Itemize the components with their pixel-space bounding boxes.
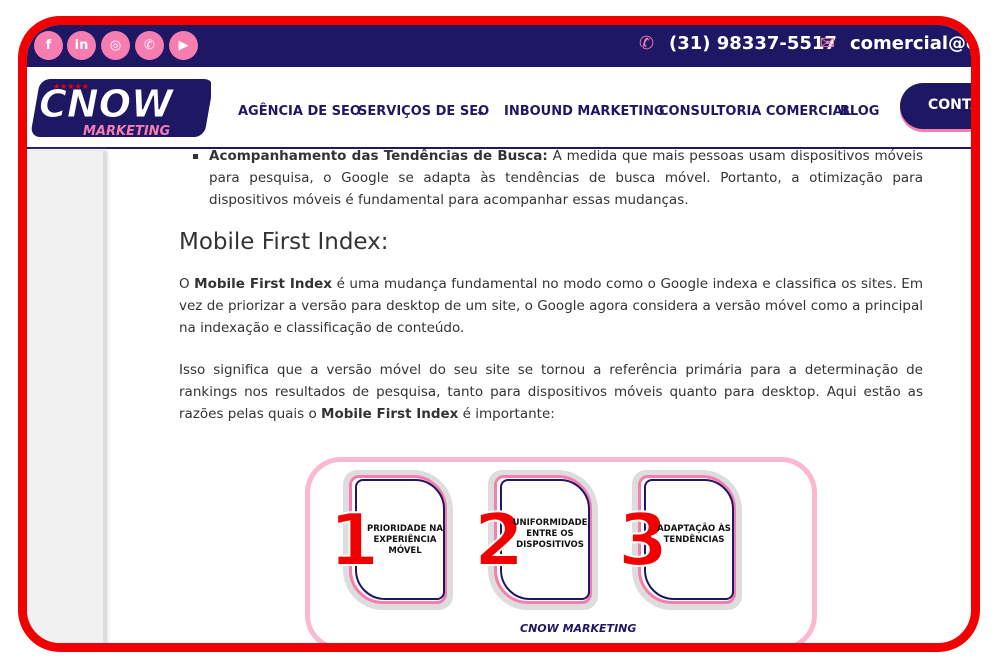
email-link[interactable]: comercial@cr [850, 33, 971, 54]
paragraph: Isso significa que a versão móvel do seu… [179, 362, 923, 422]
whatsapp-phone-icon: ✆ [639, 33, 655, 54]
site-header: CNOW MARKETING ★★★★★ AGÊNCIA DE SEO SERV… [27, 67, 971, 149]
section-heading: Mobile First Index: [179, 229, 389, 255]
contact-button[interactable]: CONTA [900, 83, 971, 129]
nav-blog[interactable]: BLOG [840, 104, 879, 119]
infographic-logo: CNOW MARKETING [520, 622, 637, 635]
instagram-icon[interactable]: ◎ [101, 31, 130, 60]
list-item: Acompanhamento das Tendências de Busca: … [193, 145, 923, 211]
nav-inbound-marketing[interactable]: INBOUND MARKETING [504, 104, 665, 119]
whatsapp-icon[interactable]: ✆ [135, 31, 164, 60]
paragraph: O Mobile First Index é uma mudança funda… [179, 276, 923, 336]
facebook-icon[interactable]: f [34, 31, 63, 60]
infographic-card: 1 PRIORIDADE NA EXPERIÊNCIA MÓVEL [328, 470, 453, 610]
infographic: 1 PRIORIDADE NA EXPERIÊNCIA MÓVEL 2 UNIFOR… [305, 457, 817, 643]
infographic-card: 3 ADAPTAÇÃO ÀS TENDÊNCIAS [617, 470, 742, 610]
nav-consultoria-comercial[interactable]: CONSULTORIA COMERCIAL [659, 104, 851, 119]
youtube-icon[interactable]: ▶ [169, 31, 198, 60]
cnow-logo[interactable]: CNOW MARKETING ★★★★★ [31, 75, 211, 141]
screenshot-frame: f in ◎ ✆ ▶ ✆ (31) 98337-5517 ✉ comercial… [18, 16, 980, 652]
chevron-down-icon[interactable]: ⌄ [475, 104, 486, 119]
nav-servicos-de-seo[interactable]: SERVIÇOS DE SEO [358, 104, 489, 119]
linkedin-icon[interactable]: in [67, 31, 96, 60]
svg-text:★★★★★: ★★★★★ [53, 82, 89, 91]
left-sidebar [27, 151, 105, 643]
phone-link[interactable]: (31) 98337-5517 [669, 33, 837, 54]
article-content: Acompanhamento das Tendências de Busca: … [179, 148, 923, 445]
email-icon: ✉ [820, 33, 836, 54]
svg-text:MARKETING: MARKETING [83, 124, 171, 139]
nav-agencia-de-seo[interactable]: AGÊNCIA DE SEO [238, 104, 361, 119]
top-bar: f in ◎ ✆ ▶ ✆ (31) 98337-5517 ✉ comercial… [27, 25, 971, 67]
bullet-title: Acompanhamento das Tendências de Busca: [209, 148, 548, 164]
infographic-card: 2 UNIFORMIDADE ENTRE OS DISPOSITIVOS [473, 470, 598, 610]
